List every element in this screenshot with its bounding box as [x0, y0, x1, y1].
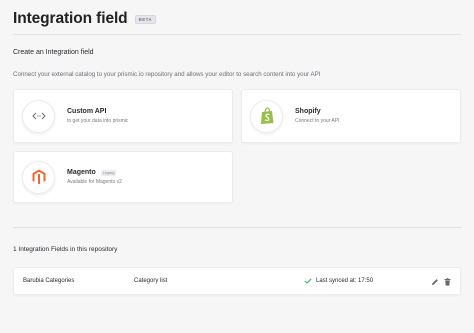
- table-row[interactable]: Barubia Categories Category list Last sy…: [13, 267, 461, 295]
- edit-icon[interactable]: [430, 277, 439, 286]
- check-icon: [304, 278, 312, 284]
- trash-icon[interactable]: [443, 277, 452, 286]
- card-subtitle: Connect to your API: [295, 118, 340, 124]
- legacy-badge: Legacy: [100, 169, 117, 176]
- magento-logo-icon: [22, 160, 55, 194]
- sync-status: Last synced at: 17:50: [304, 278, 373, 284]
- card-subtitle: to get your data into prismic: [67, 118, 129, 124]
- beta-badge: BETA: [134, 14, 157, 24]
- create-section-description: Connect your external catalog to your pr…: [13, 71, 321, 78]
- card-name: Custom API: [67, 108, 107, 115]
- field-type: Category list: [134, 278, 168, 284]
- page-header: Integration field BETA: [13, 10, 157, 28]
- create-section-title: Create an Integration field: [13, 49, 94, 56]
- card-subtitle: Available for Magento v2: [67, 179, 122, 185]
- section-divider: [13, 227, 461, 228]
- field-name: Barubia Categories: [23, 278, 75, 284]
- card-custom-api[interactable]: Custom API to get your data into prismic: [13, 89, 233, 143]
- code-brackets-icon: [22, 99, 55, 133]
- sync-text: Last synced at: 17:50: [316, 278, 374, 284]
- card-magento[interactable]: Magento Legacy Available for Magento v2: [13, 151, 233, 203]
- page-title: Integration field: [13, 10, 128, 27]
- card-shopify[interactable]: Shopify Connect to your API: [241, 89, 461, 143]
- fields-section-title: 1 Integration Fields in this repository: [13, 246, 118, 253]
- card-name: Shopify: [295, 108, 321, 115]
- card-name: Magento: [67, 169, 96, 176]
- shopify-logo-icon: [250, 99, 283, 133]
- header-divider: [13, 34, 461, 35]
